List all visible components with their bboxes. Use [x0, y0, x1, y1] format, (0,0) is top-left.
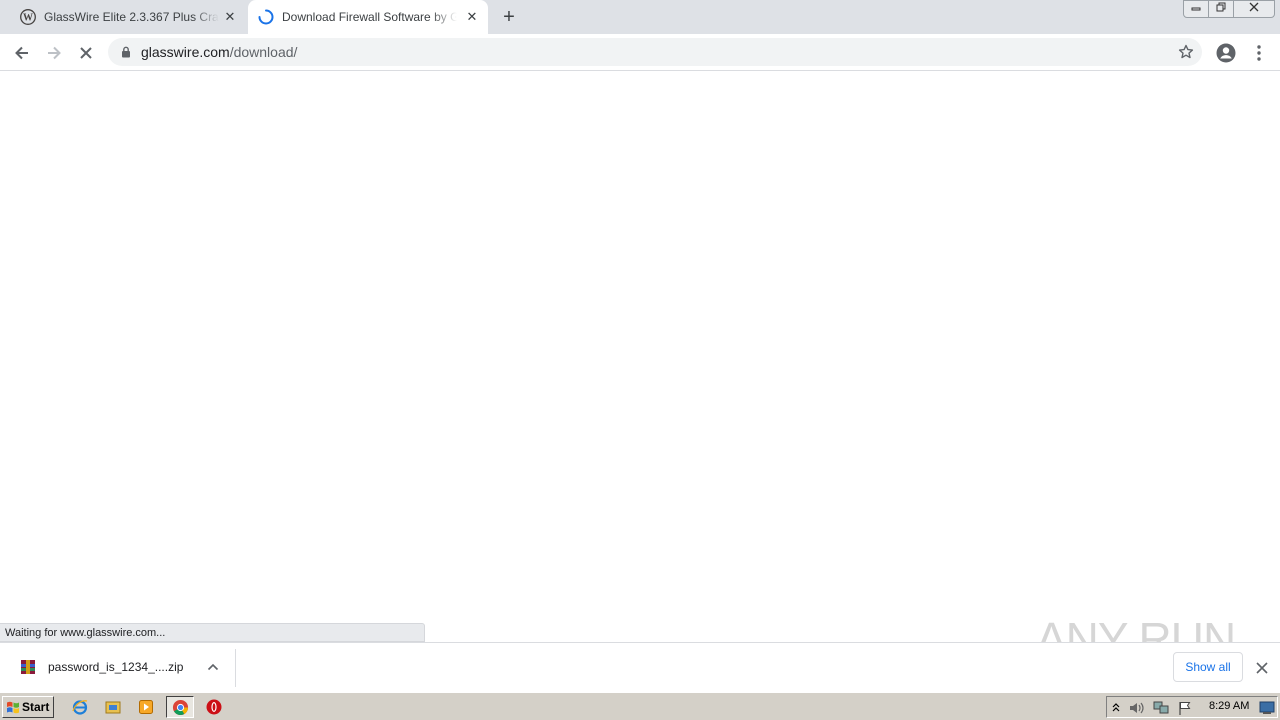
tab-title: Download Firewall Software by GlassWire — [282, 10, 457, 24]
restore-icon — [1216, 2, 1226, 12]
close-shelf-icon[interactable] — [1253, 659, 1271, 677]
close-tab-icon[interactable]: ✕ — [464, 9, 480, 25]
url-host: glasswire.com — [141, 44, 230, 60]
profile-button[interactable] — [1214, 41, 1238, 65]
show-all-downloads-button[interactable]: Show all — [1173, 652, 1243, 682]
page-content — [0, 72, 1280, 642]
tab-strip: W GlassWire Elite 2.3.367 Plus Crack + L… — [0, 0, 1280, 34]
winrar-archive-icon — [21, 660, 35, 674]
address-bar[interactable]: glasswire.com/download/ — [108, 38, 1202, 66]
taskbar-internet-explorer[interactable] — [66, 696, 94, 718]
tab-download-firewall[interactable]: Download Firewall Software by GlassWire … — [248, 0, 488, 34]
opera-icon — [206, 699, 222, 715]
taskbar-explorer[interactable] — [99, 696, 127, 718]
account-avatar-icon — [1216, 43, 1236, 63]
chevron-up-icon[interactable] — [204, 658, 222, 676]
system-tray: 8:29 AM — [1106, 696, 1278, 718]
forward-button[interactable] — [42, 41, 66, 65]
download-file-name: password_is_1234_....zip — [48, 660, 184, 674]
taskbar-media-player[interactable] — [132, 696, 160, 718]
show-desktop-icon[interactable] — [1259, 701, 1275, 715]
download-item[interactable]: password_is_1234_....zip — [0, 649, 236, 687]
network-icon[interactable] — [1152, 700, 1170, 716]
stop-icon — [80, 47, 92, 59]
loading-spinner-icon — [258, 9, 274, 25]
menu-button[interactable] — [1247, 41, 1271, 65]
chrome-icon — [172, 699, 188, 715]
wordpress-icon: W — [20, 9, 36, 25]
folder-icon — [105, 701, 121, 714]
url-text: glasswire.com/download/ — [141, 44, 297, 60]
more-vert-icon — [1257, 45, 1261, 61]
tab-glasswire-crack[interactable]: W GlassWire Elite 2.3.367 Plus Crack + L… — [10, 0, 246, 34]
minimize-button[interactable] — [1183, 0, 1209, 18]
stop-loading-button[interactable] — [74, 41, 98, 65]
tab-title: GlassWire Elite 2.3.367 Plus Crack + Lic… — [44, 10, 219, 24]
action-center-flag-icon[interactable] — [1177, 700, 1193, 716]
restore-button[interactable] — [1208, 0, 1234, 18]
svg-text:W: W — [23, 13, 33, 24]
media-player-icon — [139, 700, 153, 714]
browser-toolbar: glasswire.com/download/ — [0, 34, 1280, 71]
volume-icon[interactable] — [1128, 700, 1146, 716]
bookmark-star-icon[interactable] — [1178, 44, 1194, 60]
download-shelf: password_is_1234_....zip Show all — [0, 642, 1280, 692]
window-close-button[interactable] — [1233, 0, 1275, 18]
lock-icon — [122, 46, 130, 58]
start-label: Start — [22, 700, 50, 714]
forward-arrow-icon — [48, 46, 61, 60]
windows-taskbar: Start 8:29 AM — [0, 692, 1280, 720]
taskbar-chrome[interactable] — [166, 696, 194, 718]
back-arrow-icon — [15, 46, 28, 60]
taskbar-opera[interactable] — [200, 696, 228, 718]
minimize-icon — [1191, 7, 1201, 11]
internet-explorer-icon — [72, 700, 88, 715]
back-button[interactable] — [10, 41, 34, 65]
start-button[interactable]: Start — [2, 696, 54, 718]
status-bubble: Waiting for www.glasswire.com... — [0, 623, 425, 642]
taskbar-clock[interactable]: 8:29 AM — [1209, 700, 1249, 712]
close-tab-icon[interactable]: ✕ — [222, 9, 238, 25]
new-tab-button[interactable]: + — [498, 6, 520, 28]
url-path: /download/ — [229, 44, 298, 60]
show-hidden-icons-icon[interactable] — [1111, 701, 1121, 713]
close-icon — [1249, 2, 1259, 12]
windows-logo-icon — [7, 701, 19, 714]
